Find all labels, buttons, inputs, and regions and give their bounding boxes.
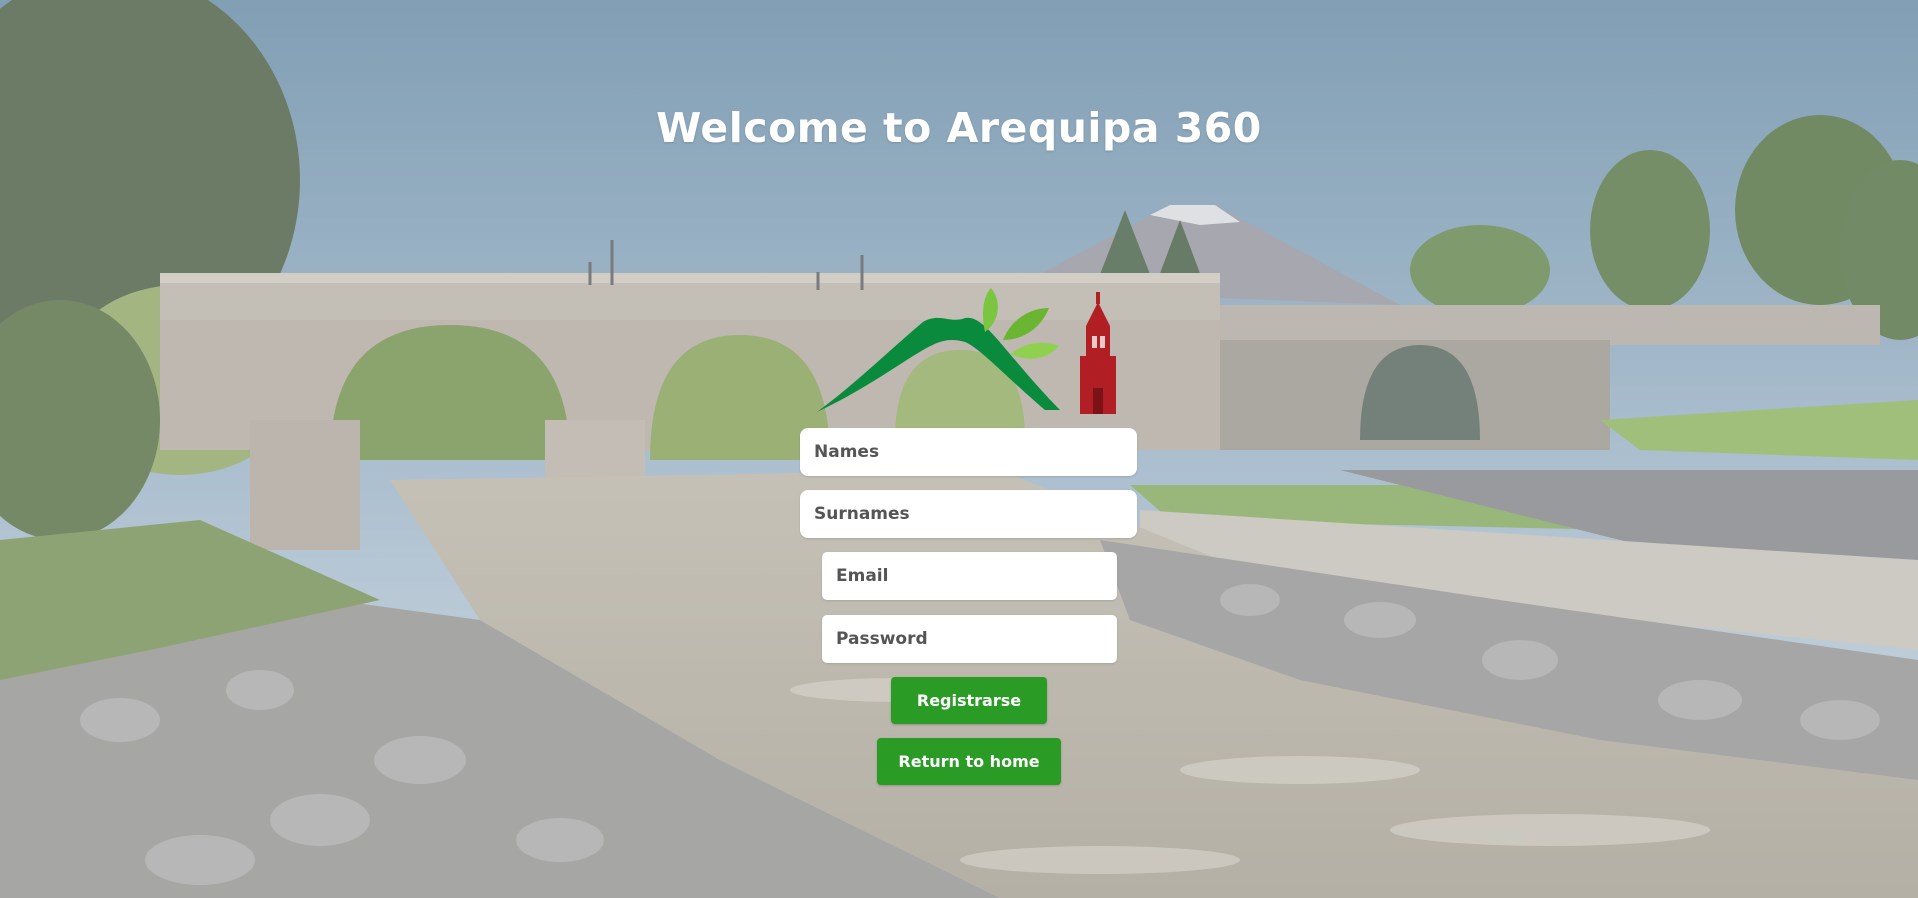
page-title: Welcome to Arequipa 360 (656, 104, 1262, 152)
church-tower-icon (1080, 292, 1116, 414)
register-button[interactable]: Registrarse (891, 677, 1047, 724)
logo (817, 288, 1116, 414)
surnames-input[interactable] (800, 490, 1137, 538)
return-home-button[interactable]: Return to home (877, 738, 1061, 785)
email-input[interactable] (822, 552, 1117, 600)
password-input[interactable] (822, 615, 1117, 663)
names-input[interactable] (800, 428, 1137, 476)
